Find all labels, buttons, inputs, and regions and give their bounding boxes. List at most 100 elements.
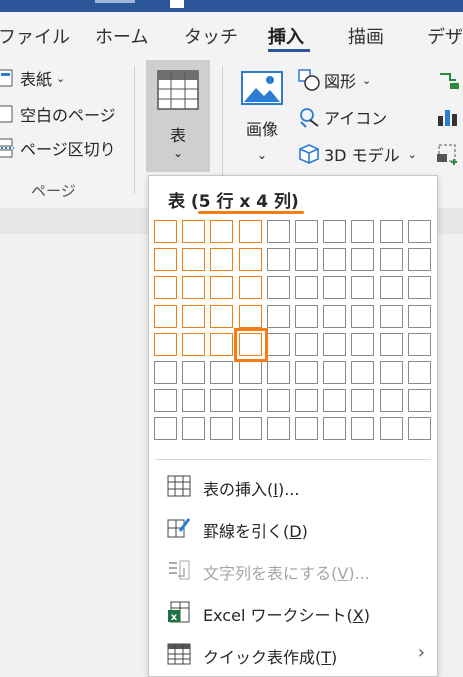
table-grid-cell[interactable] (295, 304, 318, 328)
table-grid-cell[interactable] (407, 276, 431, 300)
table-grid-cell[interactable] (407, 248, 431, 272)
table-grid-cell[interactable] (379, 304, 403, 328)
quick-tables-item[interactable]: クイック表作成(T) › (149, 636, 437, 672)
tab-design[interactable]: デザ (427, 23, 463, 49)
table-grid-cell[interactable] (182, 304, 206, 328)
table-grid-cell[interactable] (238, 248, 262, 272)
table-grid-cell[interactable] (379, 220, 403, 243)
table-grid-cell[interactable] (407, 389, 431, 413)
table-grid-cell[interactable] (323, 332, 347, 356)
table-grid-cell[interactable] (154, 332, 177, 356)
table-grid-cell[interactable] (210, 389, 234, 413)
table-grid-cell[interactable] (154, 220, 177, 243)
table-grid-cell[interactable] (210, 276, 234, 300)
table-grid-cell[interactable] (210, 304, 234, 328)
table-grid-cell[interactable] (295, 389, 318, 413)
table-grid-cell[interactable] (266, 304, 290, 328)
table-grid-cell[interactable] (238, 276, 262, 300)
table-grid-cell[interactable] (210, 332, 234, 356)
table-grid-cell[interactable] (351, 304, 375, 328)
table-grid-cell[interactable] (238, 389, 262, 413)
table-grid-cell[interactable] (154, 276, 177, 300)
table-grid-cell[interactable] (238, 220, 262, 243)
table-grid-cell[interactable] (210, 220, 234, 243)
table-grid-cell[interactable] (323, 361, 347, 384)
table-grid-cell[interactable] (182, 276, 206, 300)
table-button[interactable]: 表 ⌄ (146, 60, 210, 172)
table-grid-cell[interactable] (379, 417, 403, 441)
table-grid-cell[interactable] (295, 361, 318, 384)
table-grid-cell[interactable] (266, 389, 290, 413)
chart-icon[interactable] (436, 106, 460, 128)
table-grid-cell[interactable] (379, 361, 403, 384)
table-grid-cell[interactable] (351, 276, 375, 300)
smartart-icon[interactable] (436, 70, 460, 92)
cover-page-button[interactable]: 表紙 ⌄ (0, 66, 65, 90)
table-grid-cell[interactable] (238, 417, 262, 441)
table-grid-cell[interactable] (266, 276, 290, 300)
tab-touch[interactable]: タッチ (184, 23, 238, 49)
table-grid-cell[interactable] (295, 248, 318, 272)
table-grid-cell[interactable] (407, 417, 431, 441)
table-grid-cell[interactable] (182, 361, 206, 384)
table-grid-cell[interactable] (182, 389, 206, 413)
table-grid-cell[interactable] (182, 248, 206, 272)
pictures-button[interactable]: 画像 ⌄ (240, 70, 284, 162)
page-break-button[interactable]: ページ区切り (0, 136, 116, 160)
screenshot-icon[interactable] (436, 142, 460, 166)
table-grid-cell[interactable] (266, 332, 290, 356)
table-grid-cell[interactable] (351, 417, 375, 441)
table-grid-cell[interactable] (210, 417, 234, 441)
table-grid-cell[interactable] (351, 248, 375, 272)
table-grid-cell[interactable] (323, 304, 347, 328)
table-grid-cell[interactable] (154, 417, 177, 441)
table-grid-cell[interactable] (182, 417, 206, 441)
table-grid-cell[interactable] (379, 248, 403, 272)
table-grid-cell[interactable] (379, 389, 403, 413)
tab-home[interactable]: ホーム (95, 23, 148, 49)
table-grid-cell[interactable] (266, 417, 290, 441)
table-grid-cell[interactable] (351, 361, 375, 384)
table-grid-cell[interactable] (323, 276, 347, 300)
table-grid-cell[interactable] (182, 332, 206, 356)
table-grid-cell[interactable] (323, 220, 347, 243)
table-grid-cell[interactable] (154, 248, 177, 272)
tab-draw[interactable]: 描画 (348, 23, 384, 49)
table-grid-cell[interactable] (407, 304, 431, 328)
tab-file[interactable]: ファイル (0, 23, 70, 49)
table-grid-cell[interactable] (182, 220, 206, 243)
table-grid-cell[interactable] (351, 332, 375, 356)
blank-page-button[interactable]: 空白のページ (0, 102, 116, 126)
table-grid-cell[interactable] (295, 220, 318, 243)
table-grid-cell[interactable] (379, 276, 403, 300)
table-grid-cell[interactable] (379, 332, 403, 356)
draw-table-item[interactable]: 罫線を引く(D) (149, 510, 437, 546)
table-grid-cell[interactable] (154, 304, 177, 328)
3d-models-button[interactable]: 3D モデル ⌄ (298, 142, 417, 166)
table-grid-cell[interactable] (238, 304, 262, 328)
table-grid-cell[interactable] (210, 248, 234, 272)
shapes-button[interactable]: 図形 ⌄ (298, 68, 371, 92)
table-grid-cell[interactable] (295, 332, 318, 356)
table-grid-cell[interactable] (323, 248, 347, 272)
table-grid-cell[interactable] (154, 361, 177, 384)
table-grid-cell[interactable] (266, 361, 290, 384)
table-grid-cell[interactable] (323, 389, 347, 413)
table-grid-cell[interactable] (154, 389, 177, 413)
table-grid-cell[interactable] (351, 220, 375, 243)
table-grid-cell[interactable] (295, 276, 318, 300)
insert-table-item[interactable]: 表の挿入(I)... (149, 468, 437, 504)
tab-insert[interactable]: 挿入 (268, 23, 304, 49)
table-grid-cell[interactable] (323, 417, 347, 441)
table-grid-cell[interactable] (266, 220, 290, 243)
excel-spreadsheet-item[interactable]: x Excel ワークシート(X) (149, 594, 437, 630)
table-grid-cell[interactable] (407, 220, 431, 243)
table-grid-cell[interactable] (407, 361, 431, 384)
icons-button[interactable]: アイコン (298, 105, 387, 129)
table-grid-cell[interactable] (295, 417, 318, 441)
table-grid-cell[interactable] (266, 248, 290, 272)
table-grid-cell[interactable] (238, 361, 262, 384)
table-grid-cell[interactable] (210, 361, 234, 384)
table-grid-cell[interactable] (407, 332, 431, 356)
table-grid-cell[interactable] (351, 389, 375, 413)
